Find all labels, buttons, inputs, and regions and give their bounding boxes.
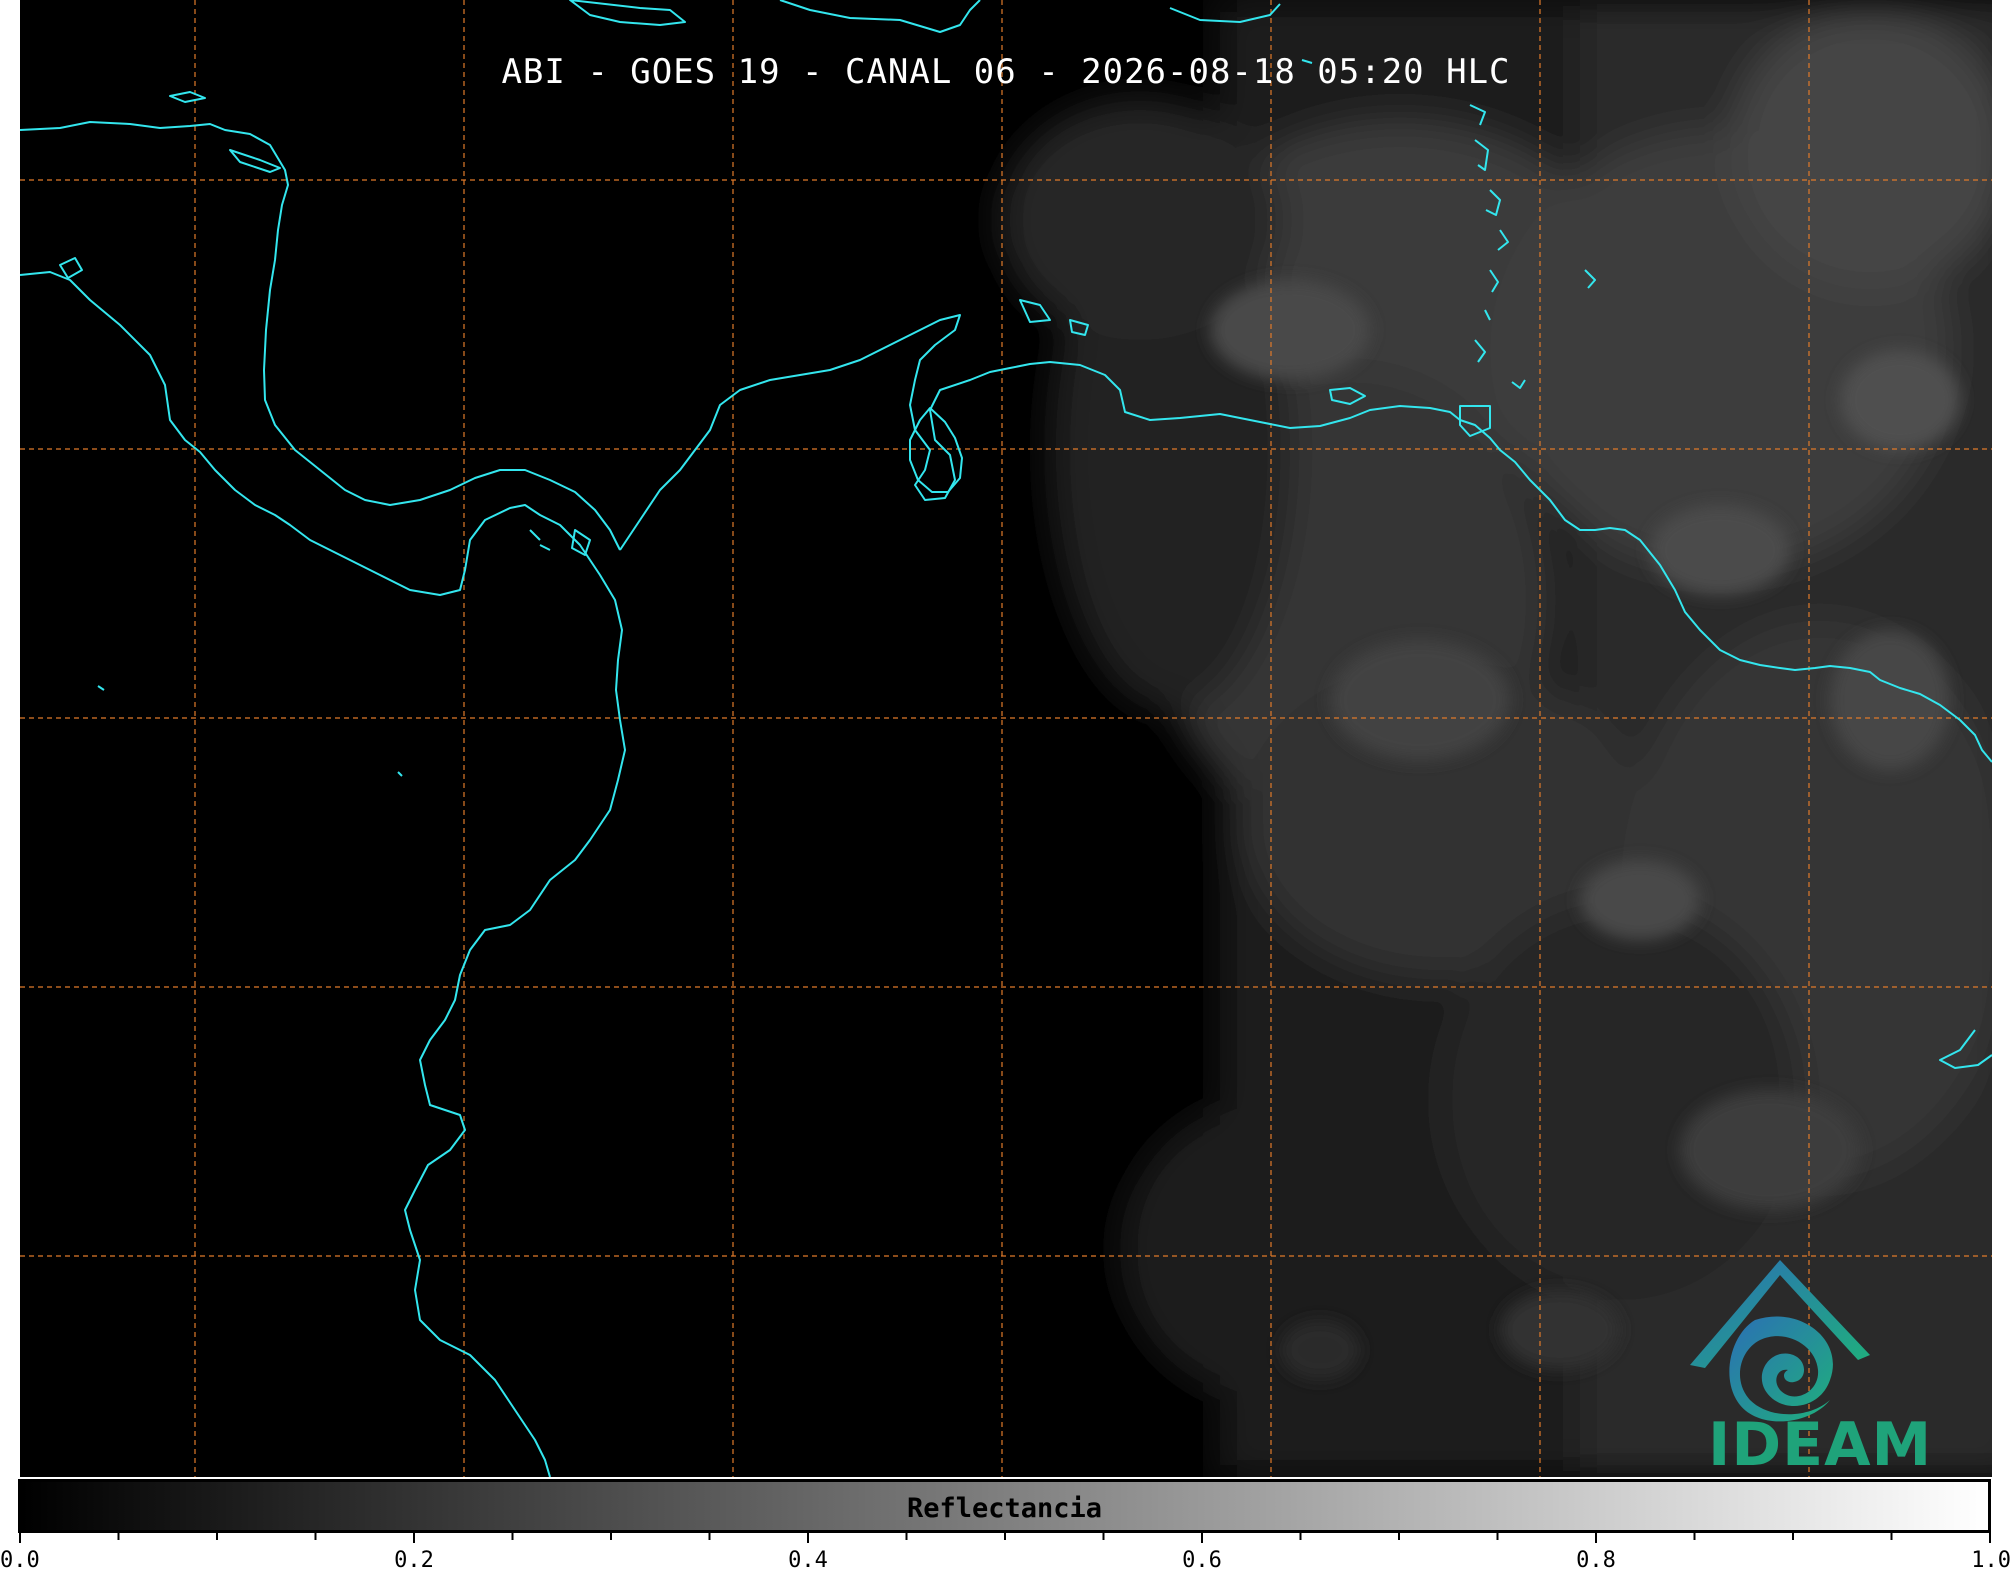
colorbar: Reflectancia bbox=[18, 1479, 1991, 1533]
logo-roof-icon bbox=[1690, 1260, 1870, 1368]
colorbar-tick-label: 0.0 bbox=[0, 1548, 40, 1573]
coastline-detail-gulf-of-fonseca bbox=[59, 257, 83, 279]
ideam-logo-text: IDEAM bbox=[1708, 1410, 1933, 1477]
colorbar-tick-label: 1.0 bbox=[1971, 1548, 2011, 1573]
coastline-detail-bay-islands bbox=[169, 91, 281, 173]
coastline-detail-darien bbox=[529, 529, 591, 556]
coastline-pacific-central-america bbox=[20, 271, 626, 1477]
colorbar-tick-label: 0.8 bbox=[1576, 1548, 1616, 1573]
map-title: ABI - GOES 19 - CANAL 06 - 2026-08-18 05… bbox=[501, 52, 1511, 92]
colorbar-tick-label: 0.6 bbox=[1182, 1548, 1222, 1573]
logo-swirl-icon bbox=[1729, 1316, 1833, 1422]
coastline-island-jamaica bbox=[569, 0, 686, 26]
colorbar-tick-label: 0.4 bbox=[788, 1548, 828, 1573]
colorbar-tick-label: 0.2 bbox=[394, 1548, 434, 1573]
coastline-island-hispaniola bbox=[779, 0, 981, 33]
colorbar-axis: 0.0 0.2 0.4 0.6 0.8 1.0 bbox=[0, 1533, 2011, 1573]
satellite-map: ABI - GOES 19 - CANAL 06 - 2026-08-18 05… bbox=[20, 0, 1992, 1477]
coastline-honduras bbox=[20, 121, 621, 551]
colorbar-label: Reflectancia bbox=[906, 1493, 1103, 1524]
